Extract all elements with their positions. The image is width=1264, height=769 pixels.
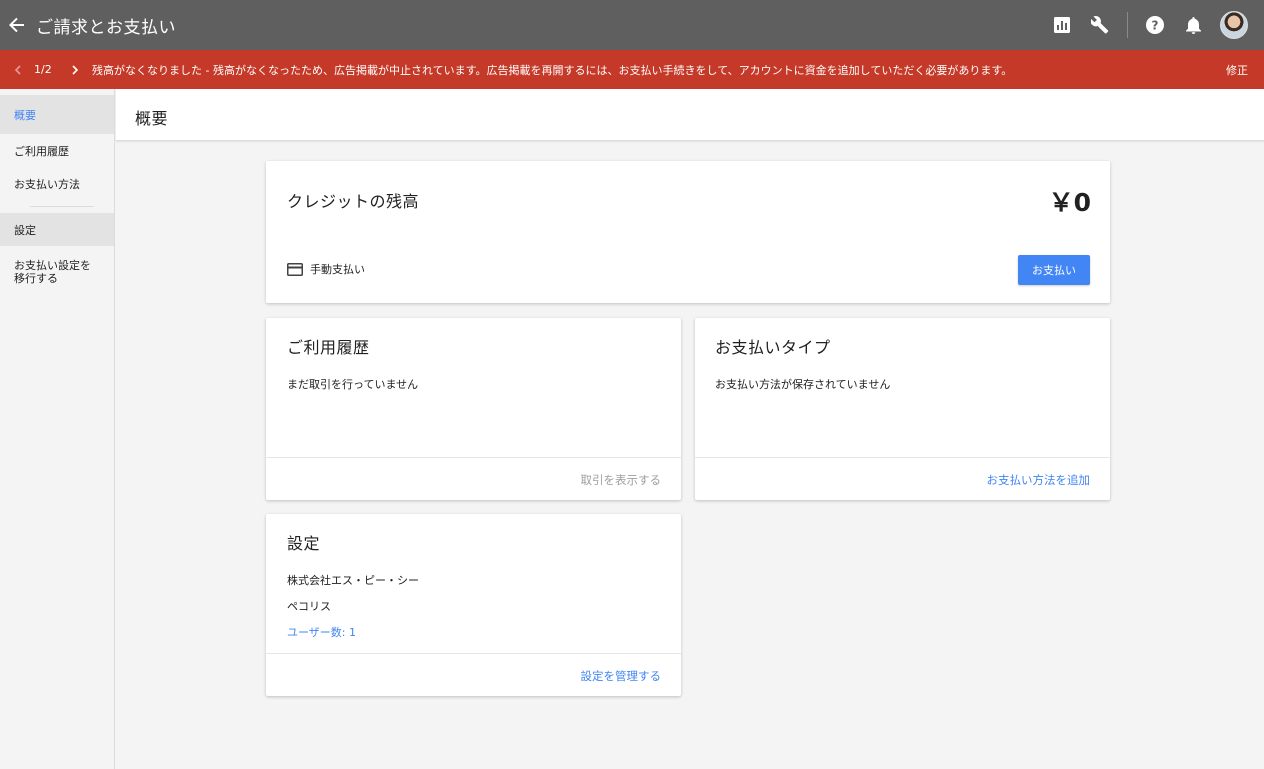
settings-card: 設定 株式会社エス・ピー・シー ペコリス ユーザー数: 1 設定を管理する [266,514,681,696]
settings-card-footer: 設定を管理する [266,653,681,696]
payment-method-text: 手動支払い [310,263,365,276]
credit-balance-card: クレジットの残高 ￥0 手動支払い お支払い [266,161,1110,303]
page-title: 概要 [135,109,169,128]
back-arrow-icon[interactable] [0,0,34,50]
page-header: 概要 [116,89,1264,141]
topbar-actions: ? [1043,0,1264,50]
sidebar: 概要 ご利用履歴 お支払い方法 設定 お支払い設定を移行する [0,89,115,769]
chevron-right-icon[interactable] [58,64,92,75]
sidebar-item-history[interactable]: ご利用履歴 [0,134,114,167]
wrench-icon[interactable] [1081,0,1119,50]
payment-type-card-footer: お支払い方法を追加 [695,457,1110,500]
avatar[interactable] [1220,11,1248,39]
alert-message: 残高がなくなりました - 残高がなくなったため、広告掲載が中止されています。広告… [92,63,1013,77]
manage-settings-link[interactable]: 設定を管理する [581,668,662,684]
payment-type-empty-text: お支払い方法が保存されていません [715,378,891,391]
payment-type-card: お支払いタイプ お支払い方法が保存されていません お支払い方法を追加 [695,318,1110,500]
add-payment-method-link[interactable]: お支払い方法を追加 [987,472,1091,488]
credit-card-icon [287,262,303,276]
alert-banner: 1/2 残高がなくなりました - 残高がなくなったため、広告掲載が中止されていま… [0,50,1264,89]
bar-chart-icon[interactable] [1043,0,1081,50]
settings-title: 設定 [287,534,321,553]
chevron-left-icon[interactable] [0,64,34,75]
view-transactions-link[interactable]: 取引を表示する [581,472,662,488]
history-empty-text: まだ取引を行っていません [287,378,419,391]
sidebar-item-settings[interactable]: 設定 [0,213,114,246]
app-title: ご請求とお支払い [36,17,176,38]
pay-button[interactable]: お支払い [1018,255,1090,285]
history-card-footer: 取引を表示する [266,457,681,500]
top-app-bar: ご請求とお支払い ? [0,0,1264,50]
bell-icon[interactable] [1174,0,1212,50]
sidebar-item-overview[interactable]: 概要 [0,95,114,134]
credit-balance-amount: ￥0 [1048,188,1091,217]
alert-fix-link[interactable]: 修正 [1226,50,1248,92]
history-card: ご利用履歴 まだ取引を行っていません 取引を表示する [266,318,681,500]
settings-name: ペコリス [287,600,331,613]
alert-page-indicator: 1/2 [34,63,52,76]
payment-type-title: お支払いタイプ [715,338,831,357]
settings-users-link[interactable]: ユーザー数: 1 [287,624,356,640]
settings-company: 株式会社エス・ピー・シー [287,574,419,587]
sidebar-item-transfer-settings[interactable]: お支払い設定を移行する [0,246,114,298]
sidebar-divider [30,206,94,207]
payment-method-label: 手動支払い [287,261,365,277]
help-icon[interactable]: ? [1136,0,1174,50]
history-title: ご利用履歴 [287,338,370,357]
svg-text:?: ? [1152,19,1159,33]
credit-balance-title: クレジットの残高 [287,192,420,211]
sidebar-item-payment-methods[interactable]: お支払い方法 [0,167,114,200]
toolbar-divider [1127,12,1128,38]
